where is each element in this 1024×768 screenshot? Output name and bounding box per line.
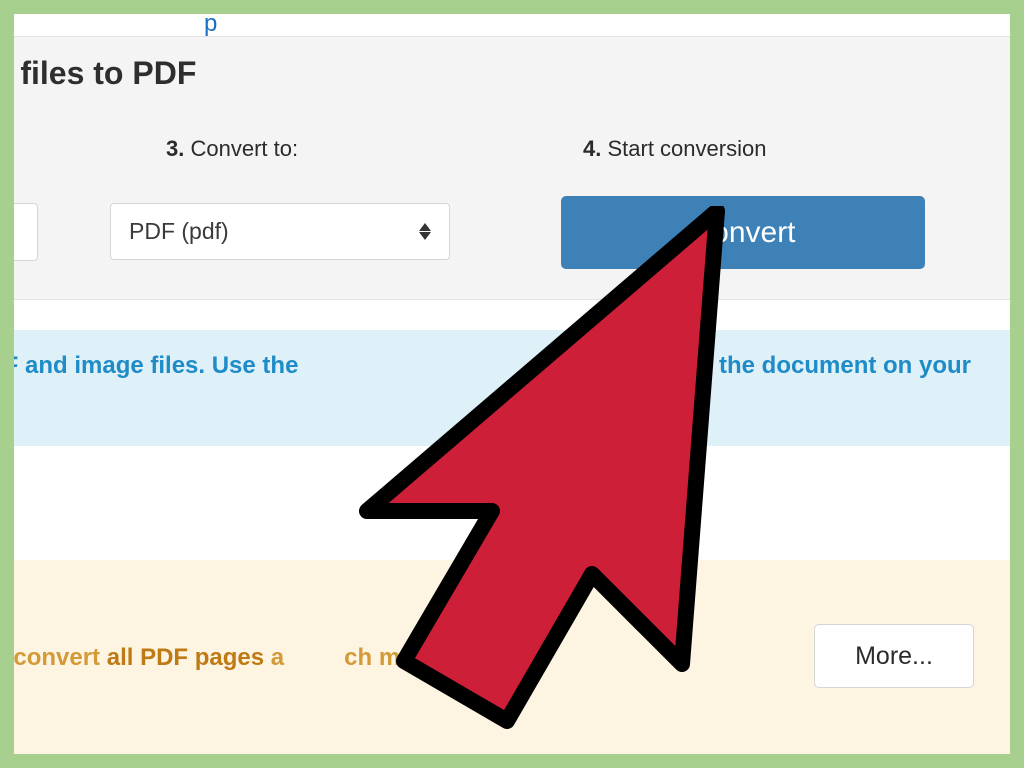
dropdown-arrows-icon: [419, 223, 431, 240]
info-text-right: te the document on your: [691, 352, 971, 380]
conversion-panel: ther files to PDF 3. Convert to: 4. Star…: [14, 36, 1010, 300]
format-select[interactable]: PDF (pdf): [110, 203, 450, 260]
section-title: ther files to PDF: [14, 55, 196, 92]
info-strip: o PDF and image files. Use the te the do…: [14, 330, 1010, 446]
more-button[interactable]: More...: [814, 624, 974, 688]
step-4-label: 4. Start conversion: [583, 136, 766, 162]
header-link[interactable]: p: [204, 14, 217, 38]
promo-strip: ueue, convert all PDF pages a ch more! M…: [14, 560, 1010, 754]
cropped-input[interactable]: [14, 203, 38, 261]
step-3-label: 3. Convert to:: [166, 136, 298, 162]
format-select-value: PDF (pdf): [129, 218, 229, 245]
convert-button[interactable]: Convert: [561, 196, 925, 269]
info-text-left: o PDF and image files. Use the: [14, 352, 298, 380]
promo-text: ueue, convert all PDF pages a ch more!: [14, 644, 446, 672]
